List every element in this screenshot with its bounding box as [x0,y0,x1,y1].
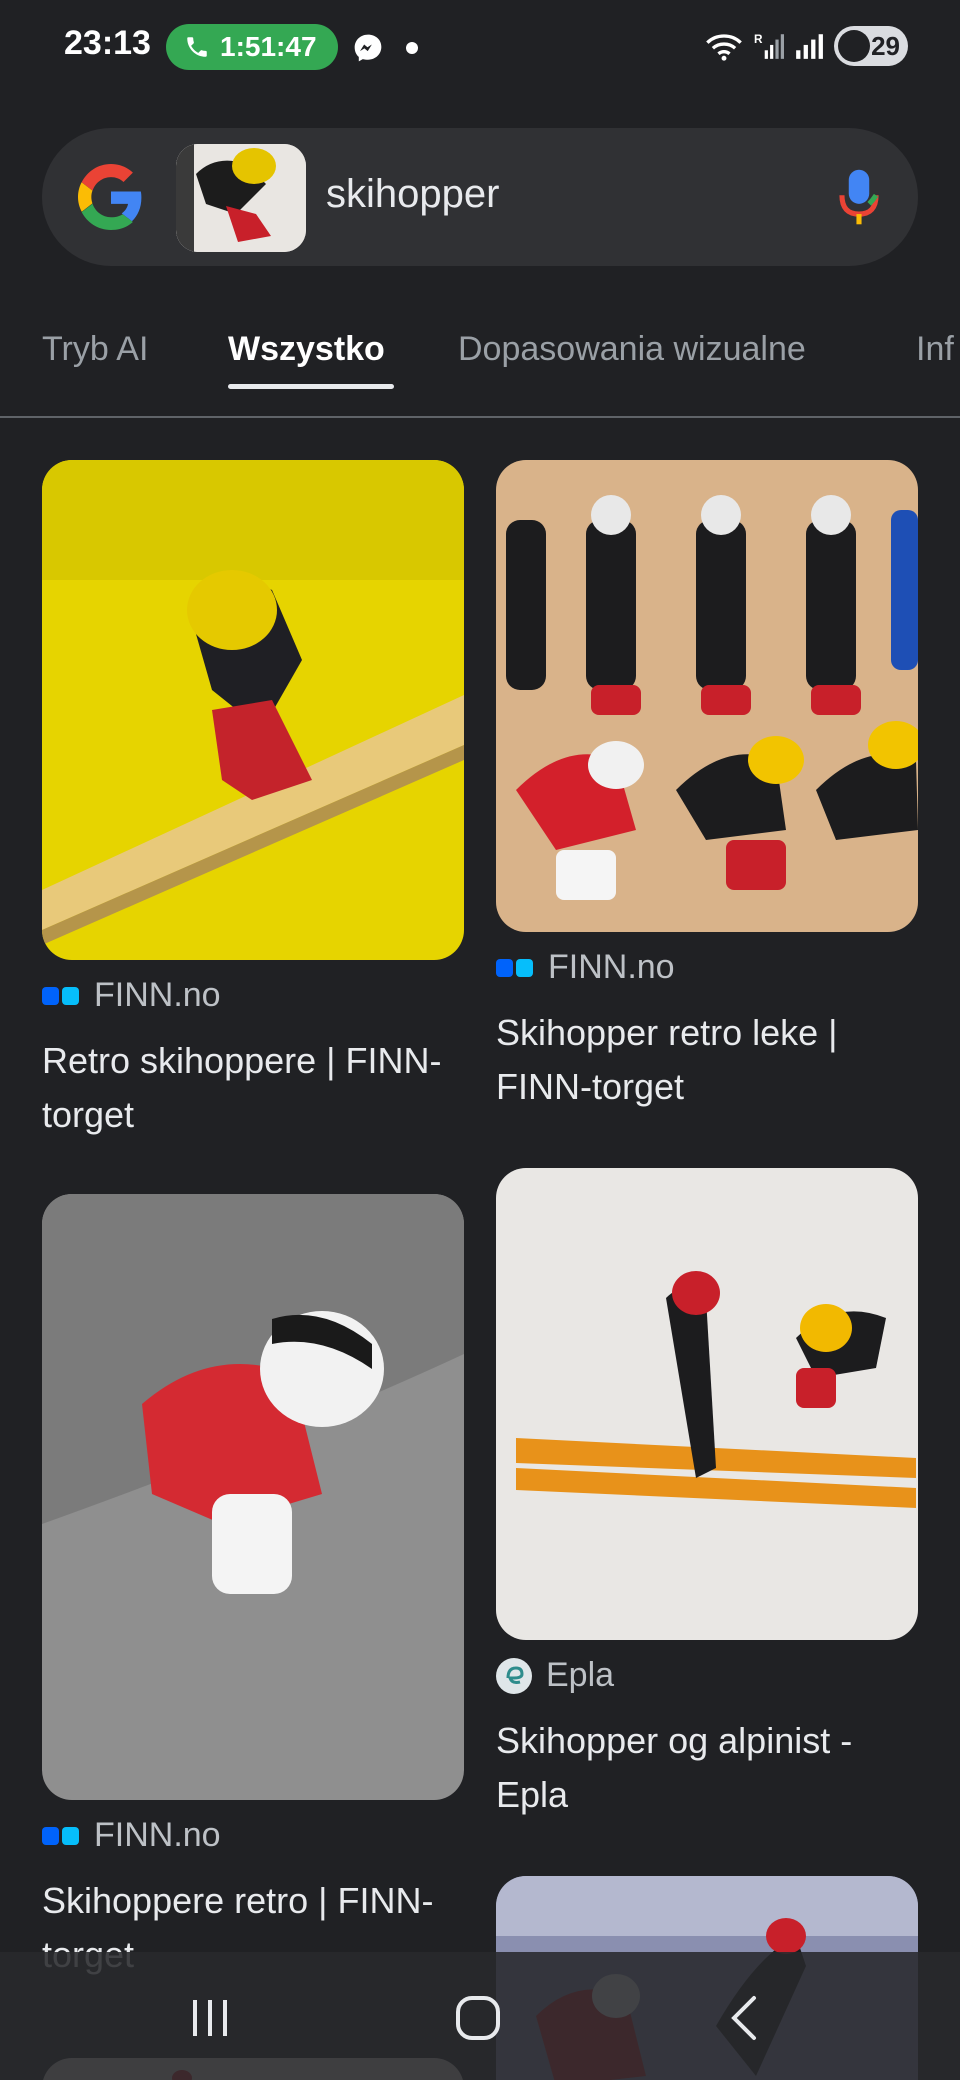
signal-r-icon: R [754,33,784,59]
result-source-2[interactable]: FINN.no [496,948,675,987]
notification-dot [406,42,418,54]
status-time: 23:13 [64,24,151,62]
result-source-3[interactable]: FINN.no [42,1816,221,1855]
query-image-thumbnail[interactable] [176,144,306,252]
active-tab-indicator [228,384,394,389]
messenger-icon [354,34,382,62]
system-navigation-bar [0,1952,960,2080]
result-image-4[interactable] [496,1168,918,1640]
finn-icon [42,1826,79,1845]
epla-icon [496,1657,532,1694]
tab-info[interactable]: Inf [916,330,954,369]
source-name: FINN.no [548,948,675,986]
phone-icon [187,37,207,57]
result-source-1[interactable]: FINN.no [42,976,221,1015]
status-icons: R 29 [704,26,908,66]
search-query[interactable]: skihopper [326,172,499,217]
tab-ai-mode[interactable]: Tryb AI [42,330,148,369]
home-icon[interactable] [448,1988,508,2048]
call-timer: 1:51:47 [220,31,317,62]
ongoing-call-pill[interactable]: 1:51:47 [166,24,338,70]
result-image-2[interactable] [496,460,918,932]
battery-indicator: 29 [834,26,908,66]
result-source-4[interactable]: Epla [496,1656,614,1695]
result-image-1[interactable] [42,460,464,960]
search-bar[interactable]: skihopper [42,128,918,266]
microphone-icon[interactable] [838,168,880,226]
result-title-1[interactable]: Retro skihoppere | FINN-torget [42,1034,472,1142]
source-name: FINN.no [94,976,221,1014]
results-tabs: Tryb AI Wszystko Dopasowania wizualne In… [0,324,960,418]
wifi-icon [706,34,742,61]
finn-icon [496,958,533,977]
result-image-3[interactable] [42,1194,464,1800]
source-name: Epla [546,1656,615,1694]
recent-apps-icon[interactable] [180,1988,240,2048]
back-icon[interactable] [716,1988,776,2048]
screen: 23:13 1:51:47 R 29 skihopper Tryb AI Wsz… [0,0,960,2080]
google-g-icon[interactable] [78,164,144,230]
result-title-4[interactable]: Skihopper og alpinist - Epla [496,1714,926,1822]
source-name: FINN.no [94,1816,221,1854]
status-bar: 23:13 1:51:47 R 29 [0,0,960,92]
battery-level: 29 [871,30,900,61]
tab-all[interactable]: Wszystko [228,330,385,369]
finn-icon [42,986,79,1005]
result-title-2[interactable]: Skihopper retro leke | FINN-torget [496,1006,926,1114]
signal-icon [796,34,823,59]
tab-visual-matches[interactable]: Dopasowania wizualne [458,330,806,369]
svg-text:R: R [754,33,763,46]
